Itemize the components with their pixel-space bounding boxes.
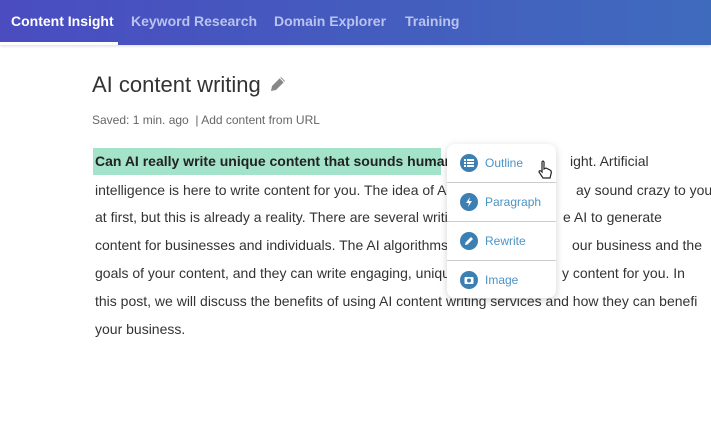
list-icon bbox=[460, 154, 478, 172]
active-tab-indicator bbox=[0, 42, 118, 45]
edit-pencil-icon[interactable] bbox=[268, 74, 288, 94]
add-content-from-url-link[interactable]: | Add content from URL bbox=[195, 113, 320, 127]
camera-icon bbox=[460, 271, 478, 289]
text-line-4: content for businesses and individuals. … bbox=[95, 237, 447, 253]
popup-item-label: Paragraph bbox=[485, 195, 542, 209]
page-title: AI content writing bbox=[92, 72, 261, 97]
text-line-1-right: ight. Artificial bbox=[570, 153, 649, 169]
text-line-5-right: y content for you. In bbox=[562, 265, 685, 281]
tab-domain-explorer[interactable]: Domain Explorer bbox=[274, 13, 386, 29]
pencil-icon bbox=[460, 232, 478, 250]
text-line-2-right: ay sound crazy to you bbox=[576, 182, 711, 198]
text-line-6: this post, we will discuss the benefits … bbox=[95, 293, 697, 309]
lightning-icon bbox=[460, 193, 478, 211]
highlighted-sentence[interactable]: Can AI really write unique content that … bbox=[95, 153, 462, 169]
popup-item-paragraph[interactable]: Paragraph bbox=[447, 183, 556, 221]
text-line-3: at first, but this is already a reality.… bbox=[95, 209, 447, 225]
tab-keyword-research[interactable]: Keyword Research bbox=[131, 13, 257, 29]
hand-pointer-cursor-icon bbox=[538, 160, 552, 179]
text-line-3-right: e AI to generate bbox=[563, 209, 662, 225]
popup-item-label: Image bbox=[485, 273, 519, 287]
tab-content-insight[interactable]: Content Insight bbox=[11, 13, 114, 29]
text-line-5: goals of your content, and they can writ… bbox=[95, 265, 447, 281]
saved-status: Saved: 1 min. ago bbox=[92, 113, 189, 127]
popup-item-rewrite[interactable]: Rewrite bbox=[447, 222, 556, 260]
popup-item-label: Outline bbox=[485, 156, 524, 170]
text-line-4-right: our business and the bbox=[572, 237, 702, 253]
text-line-2: intelligence is here to write content fo… bbox=[95, 182, 447, 198]
popup-item-image[interactable]: Image bbox=[447, 261, 556, 299]
text-line-7: your business. bbox=[95, 321, 186, 337]
popup-item-label: Rewrite bbox=[485, 234, 526, 248]
top-nav: Content Insight Keyword Research Domain … bbox=[0, 0, 711, 45]
tab-training[interactable]: Training bbox=[405, 13, 459, 29]
doc-meta: Saved: 1 min. ago | Add content from URL bbox=[92, 113, 320, 127]
